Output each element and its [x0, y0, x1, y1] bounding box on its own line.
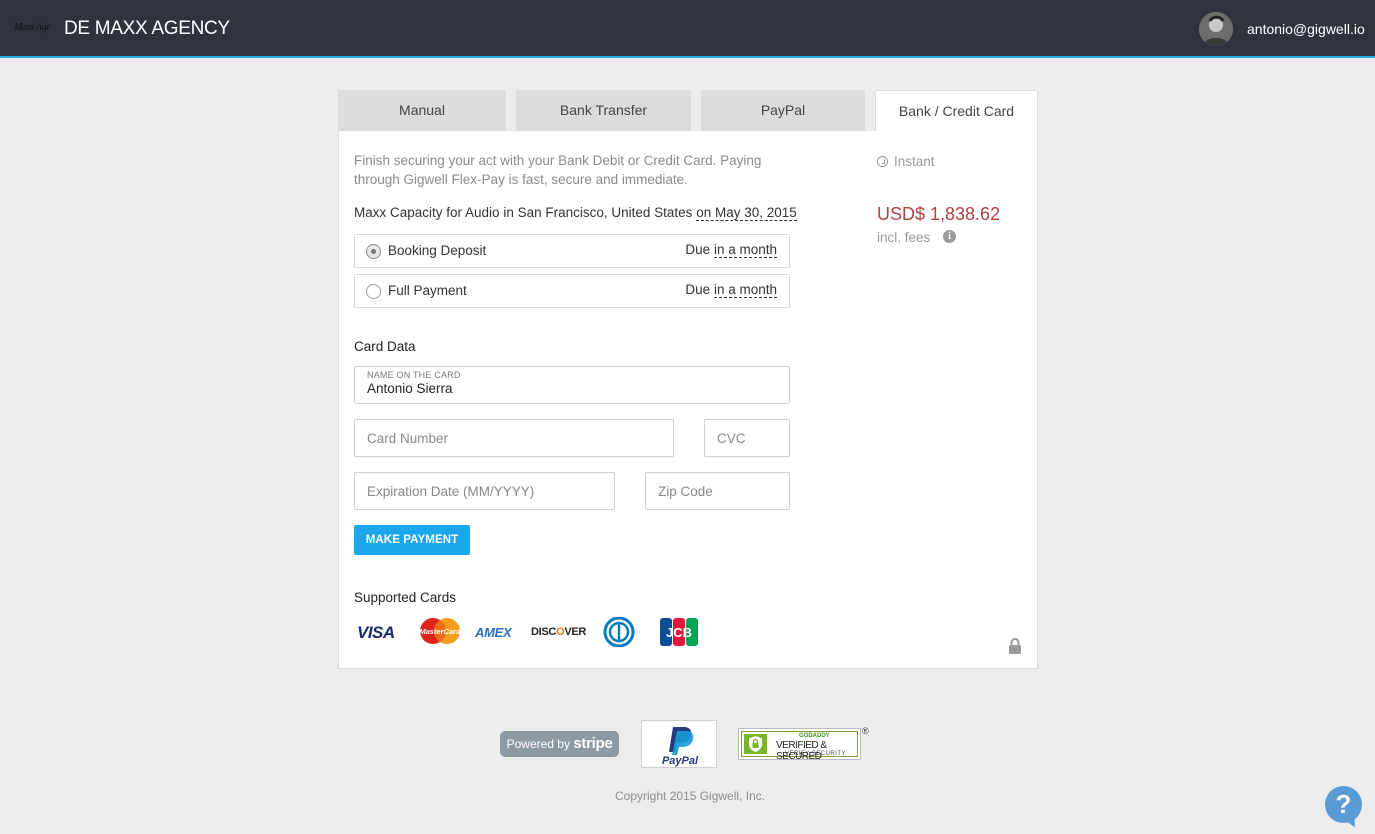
- agency-logo[interactable]: Maxx Age: [14, 22, 51, 33]
- payment-panel: Manual Bank Transfer PayPal Bank / Credi…: [338, 90, 1038, 669]
- supported-cards-list: VISA MasterCard AMEX DISCOVER JCB: [354, 616, 714, 652]
- card-data-title: Card Data: [354, 339, 416, 354]
- expiration-date-field[interactable]: Expiration Date (MM/YYYY): [354, 472, 615, 510]
- padlock-shield-icon: [744, 734, 767, 754]
- processing-speed: Instant: [877, 154, 935, 169]
- tab-manual[interactable]: Manual: [338, 90, 506, 131]
- event-description: Maxx Capacity for Audio in San Francisco…: [354, 205, 797, 221]
- payment-intro-text: Finish securing your act with your Bank …: [354, 153, 762, 187]
- godaddy-frame: GODADDY VERIFIED & SECURED VERIFY SECURI…: [741, 731, 858, 762]
- agency-name[interactable]: DE MAXX AGENCY: [64, 18, 230, 40]
- lock-icon: [1008, 638, 1022, 654]
- powered-by-stripe-badge[interactable]: Powered by stripe: [500, 731, 619, 757]
- booking-deposit-label: Booking Deposit: [388, 243, 487, 258]
- card-number-placeholder: Card Number: [367, 431, 449, 446]
- godaddy-sub-text: VERIFY SECURITY: [785, 751, 847, 757]
- event-date[interactable]: on May 30, 2015: [696, 205, 797, 221]
- full-payment-due: Due in a month: [685, 282, 777, 298]
- card-number-field[interactable]: Card Number: [354, 419, 674, 457]
- card-payment-form: Finish securing your act with your Bank …: [338, 131, 1038, 669]
- booking-deposit-radio[interactable]: [366, 244, 381, 259]
- make-payment-button[interactable]: MAKE PAYMENT: [354, 525, 470, 555]
- booking-deposit-due: Due in a month: [685, 242, 777, 258]
- jcb-logo: JCB: [659, 617, 699, 653]
- discover-text-end: VER: [564, 626, 587, 638]
- due-prefix: Due: [685, 242, 711, 257]
- registered-mark: ®: [862, 726, 869, 736]
- paypal-logo-icon: PayPal: [662, 727, 699, 767]
- discover-logo: DISCOVER: [531, 626, 586, 662]
- event-date-value: May 30, 2015: [714, 205, 797, 220]
- amex-logo: AMEX: [475, 625, 512, 640]
- copyright-text: Copyright 2015 Gigwell, Inc.: [615, 789, 766, 803]
- processing-speed-label: Instant: [894, 154, 935, 169]
- paypal-text: PayPal: [662, 755, 699, 767]
- name-on-card-value: Antonio Sierra: [367, 381, 453, 396]
- zip-code-field[interactable]: Zip Code: [645, 472, 790, 510]
- due-date[interactable]: in a month: [713, 282, 777, 298]
- mastercard-text: MasterCard: [419, 627, 461, 636]
- paypal-badge[interactable]: PayPal: [641, 720, 717, 768]
- cvc-field[interactable]: CVC: [704, 419, 790, 457]
- top-navigation-bar: Maxx Age DE MAXX AGENCY antonio@gigwell.…: [0, 0, 1375, 58]
- full-payment-radio[interactable]: [366, 284, 381, 299]
- stripe-prefix: Powered by: [506, 737, 570, 751]
- stripe-name: stripe: [573, 735, 613, 752]
- full-payment-option[interactable]: Full Payment Due in a month: [354, 274, 790, 308]
- name-on-card-field[interactable]: NAME ON THE CARD Antonio Sierra: [354, 366, 790, 404]
- logo-text: Maxx Age: [14, 22, 51, 33]
- godaddy-verified-badge[interactable]: GODADDY VERIFIED & SECURED VERIFY SECURI…: [738, 728, 861, 762]
- expiration-date-placeholder: Expiration Date (MM/YYYY): [367, 484, 535, 499]
- event-date-prefix: on: [696, 205, 712, 220]
- booking-deposit-option[interactable]: Booking Deposit Due in a month: [354, 234, 790, 268]
- question-mark-icon: ?: [1335, 789, 1352, 819]
- visa-logo: VISA: [357, 623, 395, 642]
- due-date[interactable]: in a month: [713, 242, 777, 258]
- fees-note: incl. fees: [877, 230, 931, 245]
- supported-cards-title: Supported Cards: [354, 590, 457, 605]
- godaddy-top-text: GODADDY: [799, 733, 830, 739]
- tab-paypal[interactable]: PayPal: [701, 90, 865, 131]
- zip-code-placeholder: Zip Code: [658, 484, 713, 499]
- due-prefix: Due: [685, 282, 711, 297]
- tab-bank-transfer[interactable]: Bank Transfer: [516, 90, 691, 131]
- total-amount: USD$ 1,838.62: [877, 204, 1001, 224]
- event-name: Maxx Capacity for Audio in San Francisco…: [354, 205, 693, 220]
- clock-icon: [877, 156, 888, 167]
- user-email[interactable]: antonio@gigwell.io: [1247, 21, 1365, 37]
- tab-bank-credit-card[interactable]: Bank / Credit Card: [875, 90, 1038, 132]
- info-icon[interactable]: i: [943, 230, 956, 243]
- mastercard-logo: MasterCard: [416, 616, 464, 652]
- full-payment-label: Full Payment: [388, 283, 467, 298]
- jcb-text: JCB: [666, 625, 692, 640]
- user-avatar[interactable]: [1199, 12, 1233, 46]
- discover-text-start: DISC: [531, 626, 557, 638]
- cvc-placeholder: CVC: [717, 431, 746, 446]
- name-on-card-label: NAME ON THE CARD: [367, 370, 461, 380]
- help-chat-button[interactable]: ?: [1325, 786, 1362, 823]
- diners-club-logo: [601, 616, 637, 653]
